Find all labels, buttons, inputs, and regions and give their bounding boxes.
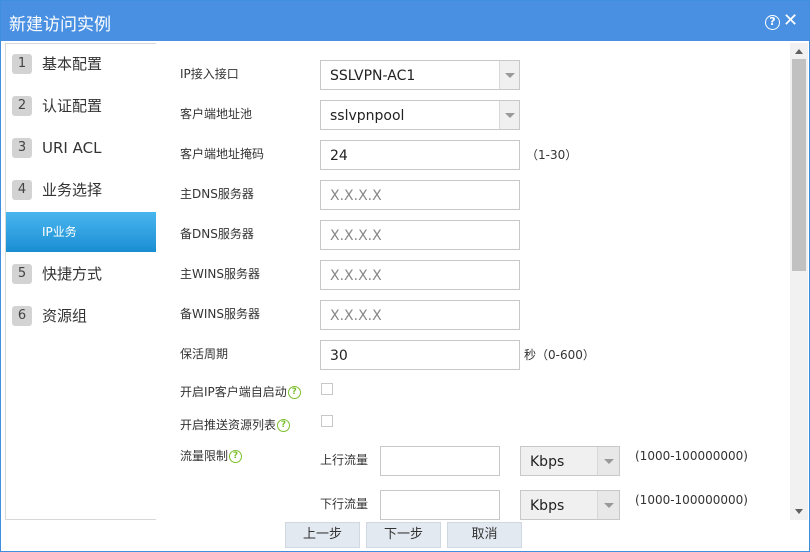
backup-wins-label: 备WINS服务器: [180, 307, 260, 321]
keepalive-value: 30: [330, 348, 348, 364]
upstream-label: 上行流量: [320, 453, 369, 467]
auto-start-checkbox[interactable]: [321, 383, 333, 395]
sidebar-item-uri-acl[interactable]: 3 URI ACL: [6, 128, 156, 168]
step-number: 3: [12, 138, 32, 158]
step-number: 6: [12, 306, 32, 326]
upstream-unit-value: Kbps: [530, 454, 565, 470]
vertical-scrollbar[interactable]: [790, 43, 808, 520]
backup-dns-placeholder: X.X.X.X: [330, 228, 382, 244]
downstream-unit-value: Kbps: [530, 498, 565, 514]
help-icon[interactable]: ?: [287, 386, 301, 399]
close-icon[interactable]: ✕: [783, 11, 798, 31]
chevron-down-icon[interactable]: [597, 491, 619, 519]
keepalive-hint: 秒（0-600）: [524, 348, 595, 362]
sidebar-item-resource-group[interactable]: 6 资源组: [6, 296, 156, 336]
primary-dns-placeholder: X.X.X.X: [330, 188, 382, 204]
ip-interface-label: IP接入接口: [180, 67, 239, 81]
primary-wins-placeholder: X.X.X.X: [330, 268, 382, 284]
backup-wins-placeholder: X.X.X.X: [330, 308, 382, 324]
client-mask-value: 24: [330, 148, 348, 164]
push-resources-row: 开启推送资源列表?: [180, 416, 291, 433]
step-number: 4: [12, 180, 32, 200]
auto-start-row: 开启IP客户端自启动?: [180, 383, 301, 400]
sidebar-item-label: 快捷方式: [42, 265, 103, 283]
client-mask-label: 客户端地址掩码: [180, 147, 265, 161]
keepalive-input[interactable]: 30: [320, 340, 520, 370]
client-pool-select[interactable]: sslvpnpool: [320, 100, 520, 130]
scroll-down-icon[interactable]: [795, 509, 803, 514]
sidebar-item-label: 资源组: [42, 307, 88, 325]
dialog-titlebar: 新建访问实例 ? ✕: [1, 1, 809, 41]
ip-interface-value: SSLVPN-AC1: [330, 68, 416, 84]
step-number: 1: [12, 54, 32, 74]
sidebar-item-ip-service[interactable]: IP业务: [6, 212, 156, 252]
client-pool-label: 客户端地址池: [180, 107, 253, 121]
downstream-unit-select[interactable]: Kbps: [520, 490, 620, 520]
ip-service-form: IP接入接口 SSLVPN-AC1 客户端地址池 sslvpnpool 客户端地…: [156, 43, 790, 520]
step-number: 2: [12, 96, 32, 116]
sidebar-item-label: URI ACL: [42, 139, 102, 157]
scrollbar-thumb[interactable]: [792, 59, 806, 271]
ip-interface-select[interactable]: SSLVPN-AC1: [320, 60, 520, 90]
upstream-hint: (1000-100000000): [635, 449, 748, 463]
sidebar-item-service-select[interactable]: 4 业务选择: [6, 170, 156, 210]
downstream-hint: (1000-100000000): [635, 493, 748, 507]
keepalive-label: 保活周期: [180, 347, 229, 361]
scroll-up-icon[interactable]: [795, 49, 803, 54]
sidebar-item-shortcut[interactable]: 5 快捷方式: [6, 254, 156, 294]
help-icon[interactable]: ?: [765, 15, 780, 30]
prev-button[interactable]: 上一步: [285, 522, 360, 548]
chevron-down-icon[interactable]: [597, 447, 619, 475]
sidebar-item-label: 认证配置: [42, 97, 103, 115]
rate-limit-label: 流量限制: [180, 449, 229, 463]
primary-wins-label: 主WINS服务器: [180, 267, 260, 281]
downstream-input[interactable]: [380, 490, 500, 520]
sidebar-item-auth-config[interactable]: 2 认证配置: [6, 86, 156, 126]
upstream-input[interactable]: [380, 446, 500, 476]
dialog-footer: 上一步 下一步 取消: [1, 520, 809, 551]
chevron-down-icon[interactable]: [499, 101, 519, 129]
primary-dns-label: 主DNS服务器: [180, 187, 254, 201]
sidebar-item-label: IP业务: [42, 225, 77, 239]
wizard-sidebar: 1 基本配置 2 认证配置 3 URI ACL 4 业务选择 IP业务 5 快捷…: [5, 43, 156, 520]
cancel-button[interactable]: 取消: [447, 522, 522, 548]
primary-wins-input[interactable]: X.X.X.X: [320, 260, 520, 290]
dialog: 新建访问实例 ? ✕ 1 基本配置 2 认证配置 3 URI ACL 4 业务选…: [0, 0, 810, 552]
client-pool-value: sslvpnpool: [330, 108, 405, 124]
next-button[interactable]: 下一步: [366, 522, 441, 548]
sidebar-item-basic-config[interactable]: 1 基本配置: [6, 44, 156, 84]
backup-wins-input[interactable]: X.X.X.X: [320, 300, 520, 330]
primary-dns-input[interactable]: X.X.X.X: [320, 180, 520, 210]
help-icon[interactable]: ?: [229, 450, 243, 463]
dialog-title: 新建访问实例: [9, 15, 111, 35]
upstream-unit-select[interactable]: Kbps: [520, 446, 620, 476]
sidebar-item-label: 业务选择: [42, 181, 103, 199]
backup-dns-input[interactable]: X.X.X.X: [320, 220, 520, 250]
sidebar-item-label: 基本配置: [42, 55, 103, 73]
client-mask-input[interactable]: 24: [320, 140, 520, 170]
help-icon[interactable]: ?: [277, 419, 291, 432]
downstream-label: 下行流量: [320, 497, 369, 511]
push-resources-checkbox[interactable]: [321, 415, 333, 427]
push-resources-label: 开启推送资源列表: [180, 418, 277, 432]
backup-dns-label: 备DNS服务器: [180, 227, 254, 241]
chevron-down-icon[interactable]: [499, 61, 519, 89]
step-number: 5: [12, 264, 32, 284]
client-mask-hint: （1-30）: [526, 148, 578, 162]
auto-start-label: 开启IP客户端自启动: [180, 385, 287, 399]
rate-limit-row: 流量限制?: [180, 447, 243, 464]
